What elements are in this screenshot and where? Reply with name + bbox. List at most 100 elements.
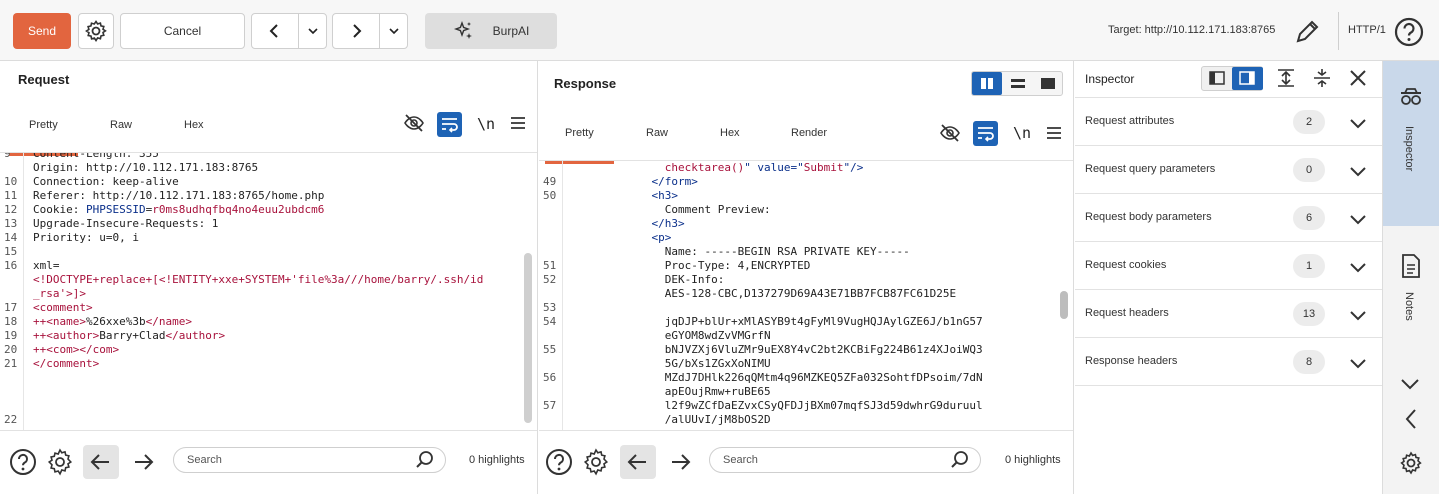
back-button[interactable]: [251, 13, 299, 49]
inspector-section[interactable]: Response headers 8: [1075, 338, 1382, 386]
tab-pretty[interactable]: Pretty: [545, 127, 614, 164]
chevron-down-icon[interactable]: [1348, 353, 1368, 373]
chevron-down-icon[interactable]: [1348, 209, 1368, 229]
code-token: Priority: u=0, i: [33, 231, 139, 244]
chevron-right-icon: [353, 24, 362, 38]
forward-button[interactable]: [332, 13, 380, 49]
code-token: %26xxe%3b: [85, 315, 146, 328]
tab-hex[interactable]: Hex: [184, 119, 204, 131]
line-code: ++<name>%26xxe%3b</name>: [33, 315, 192, 329]
close-inspector-button[interactable]: [1347, 67, 1369, 89]
inspector-section[interactable]: Request cookies 1: [1075, 242, 1382, 290]
hide-nonprintable-button[interactable]: [939, 122, 961, 144]
chevron-left-icon: [1405, 409, 1416, 429]
code-token: Content-Length: 355: [33, 153, 159, 160]
line-code: </form>: [572, 175, 697, 189]
response-scrollbar[interactable]: [1060, 291, 1068, 319]
code-token: Proc-Type: 4,ENCRYPTED: [572, 259, 811, 272]
code-token: ++<com></com>: [33, 343, 120, 356]
show-newlines-toggle[interactable]: \n: [1013, 124, 1035, 146]
hide-nonprintable-button[interactable]: [403, 112, 425, 134]
inspector-section[interactable]: Request attributes 2: [1075, 98, 1382, 146]
rail-inspector-tab[interactable]: Inspector: [1383, 61, 1439, 226]
code-token: Referer: http://10.112.171.183:8765/home…: [33, 189, 325, 202]
line-code: Origin: http://10.112.171.183:8765: [33, 161, 258, 175]
request-search-input[interactable]: Search: [173, 447, 446, 473]
settings-button[interactable]: [78, 13, 114, 49]
line-code: <comment>: [33, 301, 93, 315]
code-token: Origin: http://10.112.171.183:8765: [33, 161, 259, 174]
line-code: <h3>: [572, 189, 678, 203]
inspector-section[interactable]: Request headers 13: [1075, 290, 1382, 338]
inspector-right-dock-button[interactable]: [1232, 67, 1263, 90]
rail-notes-tab[interactable]: Notes: [1383, 237, 1439, 332]
next-match-button[interactable]: [125, 445, 161, 479]
line-number: 20: [4, 343, 18, 356]
code-token: 5G/bXs1ZGxXoNIMU: [572, 357, 771, 370]
response-editor[interactable]: checktarea()" value="Submit"/> 49 </form>…: [539, 161, 1073, 430]
forward-history-dropdown[interactable]: [379, 13, 408, 49]
tab-hex[interactable]: Hex: [720, 127, 740, 139]
request-scrollbar[interactable]: [524, 253, 532, 423]
expand-all-button[interactable]: [1275, 67, 1297, 89]
code-token: <!DOCTYPE+replace+[<!ENTITY+xxe+SYSTEM+'…: [33, 273, 484, 286]
line-code: Referer: http://10.112.171.183:8765/home…: [33, 189, 324, 203]
send-button[interactable]: Send: [13, 13, 71, 49]
request-editor[interactable]: 9 Content-Length: 355 Origin: http://10.11…: [0, 153, 537, 430]
layout-side-by-side-button[interactable]: [972, 72, 1002, 95]
line-code: MZdJ7DHlk226qQMtm4q96MZKEQ5ZFa032SohtfDP…: [572, 371, 983, 385]
line-number: 11: [4, 189, 18, 202]
collapse-all-button[interactable]: [1311, 67, 1333, 89]
burpai-button[interactable]: BurpAI: [425, 13, 557, 49]
previous-match-button[interactable]: [83, 445, 119, 479]
help-icon: [1394, 17, 1424, 47]
layout-stacked-button[interactable]: [1003, 72, 1033, 95]
chevron-down-icon[interactable]: [1348, 113, 1368, 133]
chevron-down-icon[interactable]: [1348, 161, 1368, 181]
back-history-dropdown[interactable]: [298, 13, 327, 49]
help-button[interactable]: [542, 445, 578, 479]
layout-switcher: [971, 71, 1063, 96]
http-version-label[interactable]: HTTP/1: [1348, 24, 1386, 36]
previous-match-button[interactable]: [620, 445, 656, 479]
search-icon: [949, 449, 971, 471]
response-search-input[interactable]: Search: [709, 447, 981, 473]
rail-collapse-button[interactable]: [1401, 407, 1421, 431]
inspector-section[interactable]: Request query parameters 0: [1075, 146, 1382, 194]
inspector-section[interactable]: Request body parameters 6: [1075, 194, 1382, 242]
chevron-down-icon: [388, 28, 399, 35]
help-button[interactable]: [6, 445, 42, 479]
sparkle-icon: [453, 20, 472, 39]
line-code: </comment>: [33, 357, 99, 371]
layout-tabbed-button[interactable]: [1033, 72, 1063, 95]
tab-raw[interactable]: Raw: [110, 119, 132, 131]
line-number: 50: [543, 189, 557, 202]
code-token: "/>: [843, 161, 864, 174]
show-newlines-toggle[interactable]: \n: [477, 115, 499, 137]
line-number: 13: [4, 217, 18, 230]
tab-pretty[interactable]: Pretty: [9, 119, 78, 156]
next-match-button[interactable]: [662, 445, 698, 479]
tab-raw[interactable]: Raw: [646, 127, 668, 139]
menu-button[interactable]: [1044, 123, 1066, 145]
menu-button[interactable]: [508, 113, 530, 135]
wrap-icon: [442, 118, 458, 133]
line-code: Upgrade-Insecure-Requests: 1: [33, 217, 218, 231]
inspector-section-label: Request headers: [1085, 307, 1169, 319]
chevron-down-icon[interactable]: [1348, 257, 1368, 277]
inspector-left-dock-button[interactable]: [1202, 67, 1232, 90]
chevron-down-icon[interactable]: [1348, 305, 1368, 325]
rail-settings-button[interactable]: [1397, 449, 1425, 477]
edit-target-button[interactable]: [1292, 17, 1322, 47]
wrap-lines-button[interactable]: [437, 112, 462, 137]
code-token: ++<author>: [33, 329, 100, 342]
settings-button[interactable]: [579, 445, 615, 479]
cancel-button[interactable]: Cancel: [120, 13, 245, 49]
code-token: eGYOM8wdZvVMGrfN: [572, 329, 771, 342]
wrap-lines-button[interactable]: [973, 121, 998, 146]
settings-button[interactable]: [43, 445, 79, 479]
tab-render[interactable]: Render: [791, 127, 827, 139]
rail-scroll-down-button[interactable]: [1398, 374, 1422, 394]
help-button[interactable]: [1393, 16, 1425, 48]
code-token: checktarea(): [572, 161, 745, 174]
